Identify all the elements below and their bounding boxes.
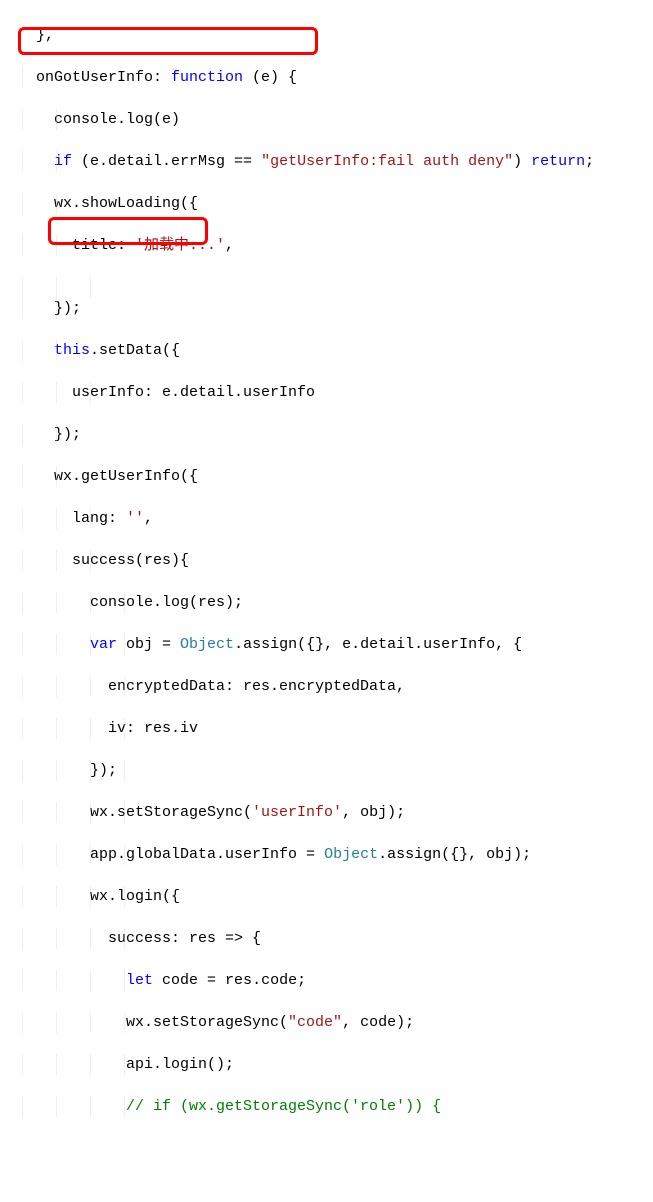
keyword-return: return <box>531 153 585 170</box>
code-line: success: res => { <box>0 928 653 949</box>
code-text: , <box>144 510 153 527</box>
code-text <box>18 972 126 989</box>
code-text: onGotUserInfo: <box>18 69 171 86</box>
code-text: title: <box>18 237 135 254</box>
code-line: }); <box>0 760 653 781</box>
keyword-function: function <box>171 69 243 86</box>
string-literal: "code" <box>288 1014 342 1031</box>
code-line: if (e.detail.errMsg == "getUserInfo:fail… <box>0 151 653 172</box>
code-text: wx.setStorageSync( <box>18 804 252 821</box>
class-object: Object <box>180 636 234 653</box>
code-text: wx.login({ <box>18 888 180 905</box>
code-text: success: res => { <box>18 930 261 947</box>
code-text: encryptedData: res.encryptedData, <box>18 678 405 695</box>
code-text <box>18 153 54 170</box>
class-object: Object <box>324 846 378 863</box>
code-line: success(res){ <box>0 550 653 571</box>
keyword-this: this <box>54 342 90 359</box>
string-literal: '加载中...' <box>135 237 225 254</box>
code-line: encryptedData: res.encryptedData, <box>0 676 653 697</box>
code-line: console.log(res); <box>0 592 653 613</box>
code-text <box>18 636 90 653</box>
string-literal: '' <box>126 510 144 527</box>
code-line: wx.getUserInfo({ <box>0 466 653 487</box>
code-line: }, <box>0 25 653 46</box>
code-line: lang: '', <box>0 508 653 529</box>
code-line: }); <box>0 424 653 445</box>
code-text: wx.showLoading({ <box>18 195 198 212</box>
keyword-let: let <box>126 972 153 989</box>
code-text: console.log(e) <box>18 111 180 128</box>
string-literal: 'userInfo' <box>252 804 342 821</box>
code-line: this.setData({ <box>0 340 653 361</box>
code-line: wx.showLoading({ <box>0 193 653 214</box>
code-text: .assign({}, e.detail.userInfo, { <box>234 636 522 653</box>
code-text: .setData({ <box>90 342 180 359</box>
code-text: , code); <box>342 1014 414 1031</box>
code-line: api.login(); <box>0 1054 653 1075</box>
code-text: console.log(res); <box>18 594 243 611</box>
code-text: }, <box>18 27 54 44</box>
code-line: onGotUserInfo: function (e) { <box>0 67 653 88</box>
code-text <box>18 342 54 359</box>
code-line: app.globalData.userInfo = Object.assign(… <box>0 844 653 865</box>
keyword-var: var <box>90 636 117 653</box>
code-line: var obj = Object.assign({}, e.detail.use… <box>0 634 653 655</box>
code-line: wx.login({ <box>0 886 653 907</box>
code-line: wx.setStorageSync("code", code); <box>0 1012 653 1033</box>
code-text: obj = <box>117 636 180 653</box>
code-text: ; <box>585 153 594 170</box>
code-text: , obj); <box>342 804 405 821</box>
code-line: // if (wx.getStorageSync('role')) { <box>0 1096 653 1117</box>
comment: // if (wx.getStorageSync('role')) { <box>18 1098 441 1115</box>
code-text: , <box>225 237 234 254</box>
code-text: .assign({}, obj); <box>378 846 531 863</box>
code-text: wx.setStorageSync( <box>18 1014 288 1031</box>
code-text: lang: <box>18 510 126 527</box>
code-text: }); <box>18 426 81 443</box>
code-text: ) <box>513 153 531 170</box>
code-line: iv: res.iv <box>0 718 653 739</box>
code-text: }); <box>18 300 81 317</box>
code-line: console.log(e) <box>0 109 653 130</box>
code-line: let code = res.code; <box>0 970 653 991</box>
code-block: }, onGotUserInfo: function (e) { console… <box>0 4 653 1201</box>
code-line: userInfo: e.detail.userInfo <box>0 382 653 403</box>
code-text: (e.detail.errMsg == <box>72 153 261 170</box>
code-line: wx.setStorageSync('userInfo', obj); <box>0 802 653 823</box>
code-text: (e) { <box>243 69 297 86</box>
code-text: }); <box>18 762 117 779</box>
code-text: iv: res.iv <box>18 720 198 737</box>
string-literal: "getUserInfo:fail auth deny" <box>261 153 513 170</box>
code-text: app.globalData.userInfo = <box>18 846 324 863</box>
code-line: title: '加载中...', <box>0 235 653 256</box>
code-text: api.login(); <box>18 1056 234 1073</box>
code-text: wx.getUserInfo({ <box>18 468 198 485</box>
code-text: code = res.code; <box>153 972 306 989</box>
code-text: userInfo: e.detail.userInfo <box>18 384 315 401</box>
code-text: success(res){ <box>18 552 189 569</box>
code-line: }); <box>0 298 653 319</box>
